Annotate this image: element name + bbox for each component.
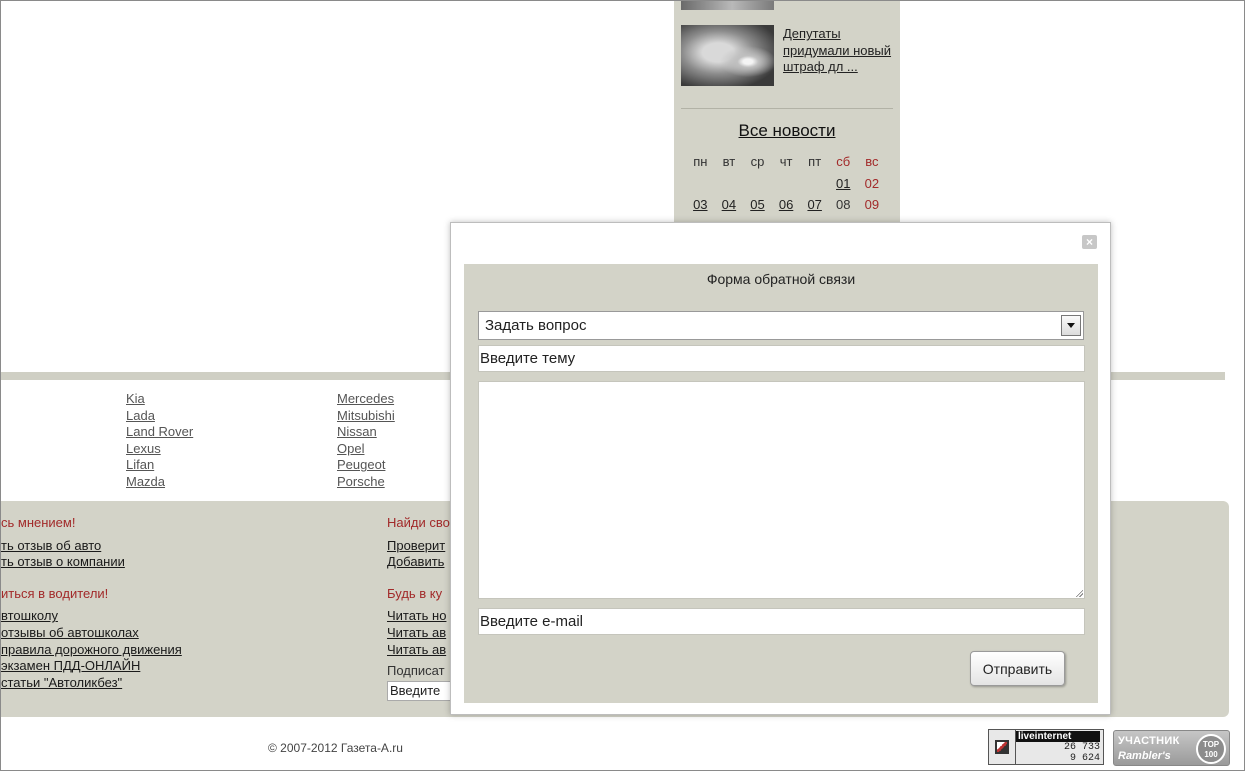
weekday-thu: чт bbox=[779, 154, 793, 170]
email-input[interactable] bbox=[478, 608, 1085, 635]
rambler-member-label: УЧАСТНИК bbox=[1118, 735, 1180, 747]
topic-select-value: Задать вопрос bbox=[485, 317, 587, 334]
top100-icon: TOP 100 bbox=[1196, 734, 1226, 764]
brand-link[interactable]: Mitsubishi bbox=[337, 408, 395, 425]
subject-input[interactable] bbox=[478, 345, 1085, 372]
chevron-down-icon[interactable] bbox=[1061, 315, 1081, 336]
calendar-day-link[interactable]: 01 bbox=[829, 176, 858, 191]
calendar-day-link[interactable]: 07 bbox=[800, 197, 829, 212]
footer-heading: сь мнением! bbox=[1, 515, 76, 530]
liveinternet-stats: liveinternet 26 733 9 624 bbox=[1016, 730, 1103, 764]
brand-list-2: Mercedes Mitsubishi Nissan Opel Peugeot … bbox=[337, 391, 395, 491]
news-divider bbox=[681, 108, 893, 109]
close-icon[interactable]: × bbox=[1082, 235, 1097, 249]
brand-link[interactable]: Porsche bbox=[337, 474, 395, 491]
weekday-sun: вс bbox=[865, 154, 879, 170]
calendar-day: 09 bbox=[864, 197, 880, 213]
footer-column-1: сь мнением! ть отзыв об авто ть отзыв о … bbox=[1, 515, 182, 691]
footer-link[interactable]: правила дорожного движения bbox=[1, 642, 182, 659]
weekday-fri: пт bbox=[808, 154, 822, 170]
liveinternet-count-1: 26 733 bbox=[1063, 742, 1100, 753]
feedback-form: Форма обратной связи Задать вопрос Отпра… bbox=[464, 264, 1098, 703]
news-item-link[interactable]: Депутаты придумали новый штраф дл ... bbox=[783, 26, 893, 76]
calendar-day-link[interactable]: 06 bbox=[772, 197, 801, 212]
brand-link[interactable]: Kia bbox=[126, 391, 193, 408]
calendar-day: 02 bbox=[864, 175, 880, 191]
liveinternet-name: liveinternet bbox=[1016, 731, 1100, 742]
resize-grip-icon[interactable] bbox=[1075, 589, 1083, 597]
calendar-weekdays: пн вт ср чт пт сб вс bbox=[686, 151, 894, 173]
brand-link[interactable]: Lada bbox=[126, 408, 193, 425]
footer-link[interactable]: статьи "Автоликбез" bbox=[1, 675, 182, 692]
weekday-wed: ср bbox=[750, 154, 765, 170]
news-thumbnail-partial[interactable] bbox=[681, 1, 774, 10]
footer-link[interactable]: отзывы об автошколах bbox=[1, 625, 182, 642]
brand-link[interactable]: Peugeot bbox=[337, 457, 395, 474]
brand-link[interactable]: Mercedes bbox=[337, 391, 395, 408]
rambler-logo-text: Rambler's bbox=[1118, 750, 1171, 762]
footer-heading: иться в водители! bbox=[1, 585, 109, 601]
brand-link[interactable]: Land Rover bbox=[126, 424, 193, 441]
liveinternet-count-2: 9 624 bbox=[1069, 753, 1100, 764]
copyright: © 2007-2012 Газета-А.ru bbox=[268, 741, 403, 755]
footer-link[interactable]: ть отзыв об авто bbox=[1, 538, 182, 555]
calendar-day-link[interactable]: 04 bbox=[715, 197, 744, 212]
feedback-modal: × Форма обратной связи Задать вопрос Отп… bbox=[450, 222, 1111, 715]
calendar-day-link[interactable]: 03 bbox=[686, 197, 715, 212]
calendar-day: 08 bbox=[836, 197, 851, 213]
submit-button[interactable]: Отправить bbox=[970, 651, 1065, 686]
modal-title: Форма обратной связи bbox=[706, 271, 856, 287]
footer-link[interactable]: втошколу bbox=[1, 608, 182, 625]
footer-link[interactable]: экзамен ПДД-ОНЛАЙН bbox=[1, 658, 182, 675]
footer-link[interactable]: ть отзыв о компании bbox=[1, 554, 182, 571]
rambler-top100-badge[interactable]: УЧАСТНИК Rambler's TOP 100 bbox=[1113, 730, 1230, 766]
weekday-tue: вт bbox=[722, 154, 736, 170]
brand-link[interactable]: Lexus bbox=[126, 441, 193, 458]
brand-link[interactable]: Opel bbox=[337, 441, 395, 458]
weekday-mon: пн bbox=[693, 154, 708, 170]
all-news-link[interactable]: Все новости bbox=[674, 121, 900, 141]
news-thumbnail[interactable] bbox=[681, 25, 774, 86]
calendar-week: 01 02 bbox=[686, 173, 894, 195]
calendar-week: 03 04 05 06 07 08 09 bbox=[686, 194, 894, 216]
brand-link[interactable]: Nissan bbox=[337, 424, 395, 441]
weekday-sat: сб bbox=[836, 154, 851, 170]
liveinternet-icon bbox=[989, 730, 1016, 764]
brand-list-1: Kia Lada Land Rover Lexus Lifan Mazda bbox=[126, 391, 193, 491]
news-item: Депутаты придумали новый штраф дл ... bbox=[681, 25, 891, 87]
brand-link[interactable]: Mazda bbox=[126, 474, 193, 491]
topic-select[interactable]: Задать вопрос bbox=[478, 311, 1084, 340]
liveinternet-counter[interactable]: liveinternet 26 733 9 624 bbox=[988, 729, 1104, 765]
calendar-day-link[interactable]: 05 bbox=[743, 197, 772, 212]
brand-link[interactable]: Lifan bbox=[126, 457, 193, 474]
message-textarea[interactable] bbox=[478, 381, 1085, 599]
